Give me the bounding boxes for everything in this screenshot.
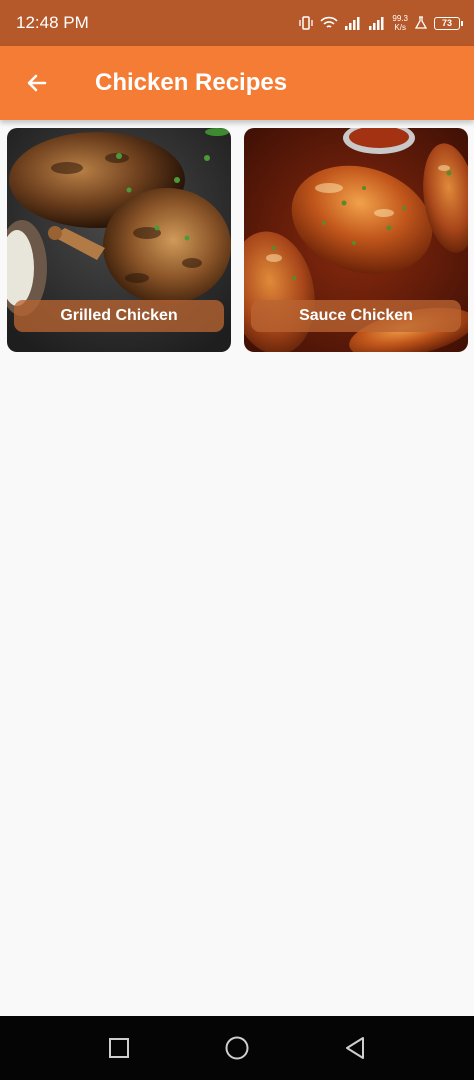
signal-icon [345, 17, 360, 30]
net-speed: 99.3 K/s [392, 14, 408, 32]
back-triangle-icon [346, 1037, 364, 1059]
status-icons: 99.3 K/s 73 [298, 14, 463, 32]
vibrate-icon [299, 16, 314, 30]
system-nav-bar [0, 1016, 474, 1080]
status-bar: 12:48 PM 99.3 K/s 73 [0, 0, 474, 46]
system-back-button[interactable] [335, 1028, 375, 1068]
app-bar: Chicken Recipes [0, 46, 474, 120]
signal-icon [369, 17, 384, 30]
recipe-label: Sauce Chicken [251, 300, 461, 332]
recents-square-icon [109, 1038, 129, 1058]
flask-icon [414, 16, 428, 29]
recipe-label: Grilled Chicken [14, 300, 224, 332]
home-circle-icon [225, 1036, 249, 1060]
recents-button[interactable] [99, 1028, 139, 1068]
arrow-left-icon [27, 74, 47, 92]
status-time: 12:48 PM [16, 13, 89, 32]
back-button[interactable] [0, 46, 74, 120]
page-title: Chicken Recipes [95, 69, 288, 96]
battery-icon: 73 [434, 16, 463, 30]
wifi-icon [320, 16, 339, 28]
net-speed-value: 99.3 [392, 14, 408, 23]
net-speed-unit: K/s [394, 23, 406, 32]
recipe-card-sauce-chicken[interactable]: Sauce Chicken [244, 128, 468, 352]
recipe-card-grilled-chicken[interactable]: Grilled Chicken [7, 128, 231, 352]
home-button[interactable] [217, 1028, 257, 1068]
